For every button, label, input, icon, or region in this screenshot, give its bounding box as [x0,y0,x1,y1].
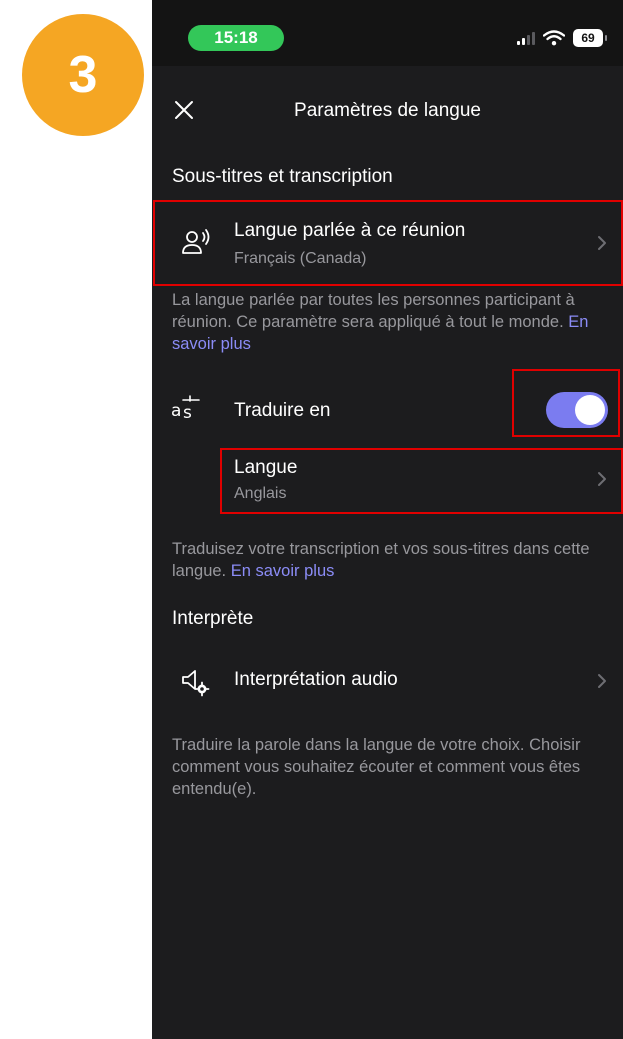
status-indicators: 69 [517,27,607,49]
speaker-voice-icon [178,224,214,260]
svg-text:a: a [171,401,181,421]
learn-more-link-translate[interactable]: En savoir plus [231,562,335,580]
step-number-badge: 3 [22,14,144,136]
svg-text:s: s [183,403,192,423]
phone-screen: 15:18 69 Paramètres de langue Sous-titre… [152,0,623,1039]
language-label: Langue [234,457,298,478]
spoken-language-description: La langue parlée par toutes les personne… [172,289,612,355]
spoken-language-label: Langue parlée à ce réunion [234,220,466,241]
spoken-language-description-text: La langue parlée par toutes les personne… [172,291,575,331]
chevron-right-icon [598,236,606,250]
translate-icon: a s [168,393,204,425]
translate-description: Traduisez votre transcription et vos sou… [172,538,612,582]
battery-icon: 69 [573,29,607,47]
translate-toggle[interactable] [546,392,608,428]
section-title-captions: Sous-titres et transcription [172,166,393,187]
speaker-settings-icon [178,666,212,698]
status-bar: 15:18 69 [152,0,623,66]
toggle-knob [575,395,605,425]
page-title: Paramètres de langue [294,100,481,121]
translate-label: Traduire en [234,400,331,421]
chevron-right-icon [598,674,606,688]
wifi-icon [543,30,565,46]
navigation-header: Paramètres de langue [152,78,623,142]
interpreter-description: Traduire la parole dans la langue de vot… [172,736,581,798]
chevron-right-icon [598,472,606,486]
language-value: Anglais [234,485,287,502]
language-row[interactable]: Langue Anglais [152,448,623,514]
status-time: 15:18 [188,25,284,51]
audio-interpretation-label: Interprétation audio [234,669,398,690]
spoken-language-value: Français (Canada) [234,250,367,267]
battery-level: 69 [581,31,595,45]
cellular-signal-icon [517,31,535,45]
spoken-language-row[interactable]: Langue parlée à ce réunion Français (Can… [152,206,623,284]
section-title-interpreter: Interprète [172,608,254,629]
audio-interpretation-row[interactable]: Interprétation audio [152,652,623,710]
